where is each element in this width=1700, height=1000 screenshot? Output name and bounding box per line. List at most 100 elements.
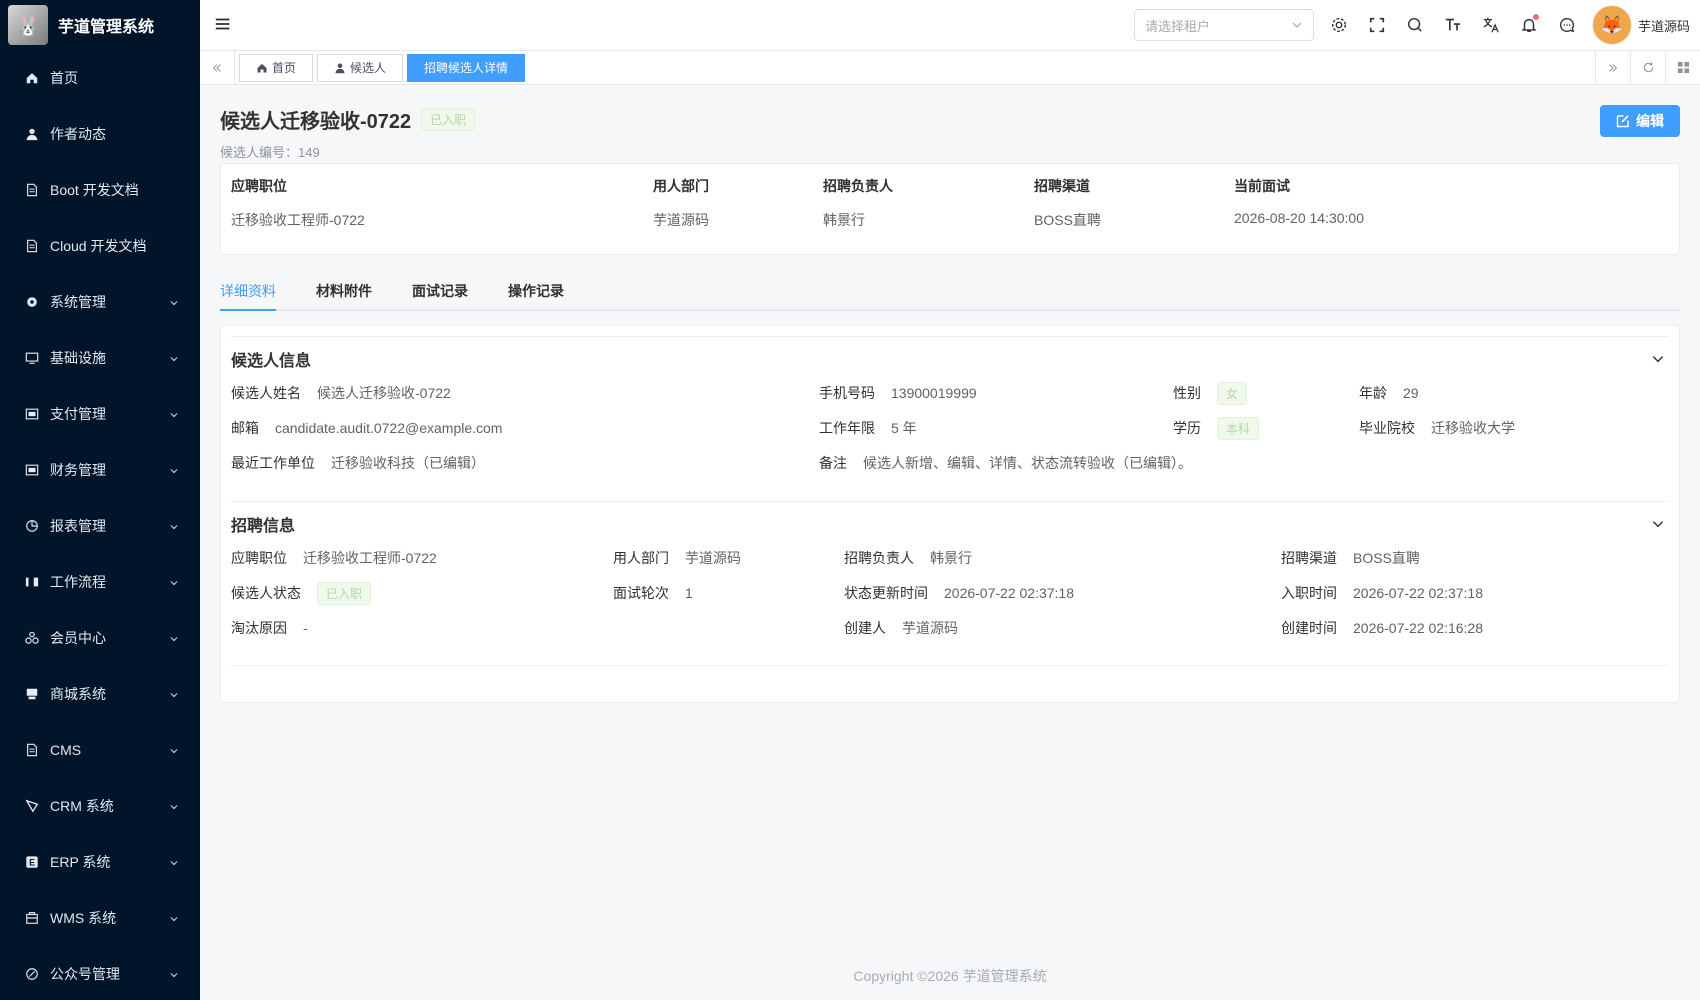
chevron-down-icon bbox=[168, 856, 180, 868]
candidate-number: 候选人编号：149 bbox=[220, 142, 1680, 161]
candidate-info-header[interactable]: 候选人信息 bbox=[231, 337, 1669, 381]
sidebar-item-label: WMS 系统 bbox=[50, 910, 117, 926]
recruit-info-header[interactable]: 招聘信息 bbox=[231, 502, 1669, 546]
field-channel: 招聘渠道 BOSS直聘 bbox=[1281, 546, 1420, 570]
sidebar-item[interactable]: Cloud 开发文档 bbox=[0, 218, 200, 274]
shop-icon bbox=[24, 686, 40, 702]
sidebar-item[interactable]: 会员中心 bbox=[0, 610, 200, 666]
tab-operations[interactable]: 操作记录 bbox=[508, 271, 564, 309]
field-value: BOSS直聘 bbox=[1353, 550, 1420, 566]
sidebar-item-label: ERP 系统 bbox=[50, 854, 111, 870]
chevron-down-icon bbox=[168, 464, 180, 476]
edit-button[interactable]: 编辑 bbox=[1600, 105, 1680, 137]
summary-interview: 当前面试 2026-08-20 14:30:00 bbox=[1234, 176, 1364, 226]
field-reject-reason: 淘汰原因 - bbox=[231, 616, 308, 640]
summary-value: 迁移验收工程师-0722 bbox=[231, 212, 365, 228]
sidebar-item[interactable]: 公众号管理 bbox=[0, 946, 200, 1000]
sidebar-item[interactable]: 支付管理 bbox=[0, 386, 200, 442]
field-value: 1 bbox=[685, 585, 693, 601]
bell-icon[interactable] bbox=[1510, 6, 1548, 44]
tag-item[interactable]: 首页 bbox=[239, 53, 314, 82]
summary-label: 当前面试 bbox=[1234, 178, 1290, 194]
edit-icon bbox=[1616, 115, 1629, 128]
sidebar-item-label: 报表管理 bbox=[50, 518, 106, 534]
crm-icon bbox=[24, 798, 40, 814]
chevron-down-icon bbox=[168, 296, 180, 308]
chevron-down-icon bbox=[168, 912, 180, 924]
fullscreen-icon[interactable] bbox=[1358, 6, 1396, 44]
field-value: 候选人新增、编辑、详情、状态流转验收（已编辑）。 bbox=[863, 455, 1192, 471]
field-owner: 招聘负责人 韩景行 bbox=[844, 546, 972, 570]
field-value: candidate.audit.0722@example.com bbox=[275, 420, 503, 436]
field-gender: 性别 女 bbox=[1173, 381, 1248, 405]
field-label: 用人部门 bbox=[613, 550, 669, 566]
field-creator: 创建人 芋道源码 bbox=[844, 616, 958, 640]
gear-icon[interactable] bbox=[1320, 6, 1358, 44]
tag-label: 招聘候选人详情 bbox=[424, 61, 509, 75]
document-icon bbox=[24, 182, 40, 198]
summary-value: BOSS直聘 bbox=[1034, 212, 1101, 228]
tag-item[interactable]: 候选人 bbox=[317, 53, 404, 82]
chevron-down-icon bbox=[168, 688, 180, 700]
chevron-down-icon bbox=[1652, 356, 1664, 363]
field-label: 应聘职位 bbox=[231, 550, 287, 566]
sidebar-item[interactable]: CMS bbox=[0, 722, 200, 778]
sidebar-item[interactable]: 报表管理 bbox=[0, 498, 200, 554]
sidebar-item-label: CRM 系统 bbox=[50, 798, 114, 814]
sidebar-item[interactable]: 财务管理 bbox=[0, 442, 200, 498]
translate-icon[interactable] bbox=[1472, 6, 1510, 44]
tenant-select[interactable]: 请选择租户 bbox=[1133, 9, 1314, 41]
tags-scroll-right-icon[interactable] bbox=[1595, 50, 1630, 85]
sidebar-item[interactable]: 作者动态 bbox=[0, 106, 200, 162]
summary-label: 招聘渠道 bbox=[1034, 178, 1090, 194]
field-value: 芋道源码 bbox=[902, 620, 958, 636]
field-label: 工作年限 bbox=[819, 420, 875, 436]
logo-image: 🐰 bbox=[8, 5, 48, 45]
search-icon[interactable] bbox=[1396, 6, 1434, 44]
field-value: 29 bbox=[1403, 385, 1419, 401]
chevron-down-icon bbox=[168, 352, 180, 364]
sidebar-item[interactable]: 工作流程 bbox=[0, 554, 200, 610]
tab-details[interactable]: 详细资料 bbox=[220, 271, 276, 311]
tags-scroll-left-icon[interactable] bbox=[200, 50, 235, 85]
field-value: 5 年 bbox=[891, 420, 917, 436]
tab-attachments[interactable]: 材料附件 bbox=[316, 271, 372, 309]
logo[interactable]: 🐰 芋道管理系统 bbox=[0, 0, 200, 50]
candidate-name: 候选人迁移验收-0722 bbox=[220, 111, 412, 133]
field-remark: 备注 候选人新增、编辑、详情、状态流转验收（已编辑）。 bbox=[819, 451, 1192, 475]
refresh-icon[interactable] bbox=[1630, 50, 1665, 85]
sidebar-item[interactable]: 系统管理 bbox=[0, 274, 200, 330]
font-size-icon[interactable] bbox=[1434, 6, 1472, 44]
summary-label: 应聘职位 bbox=[231, 178, 287, 194]
summary-label: 用人部门 bbox=[653, 178, 709, 194]
tag-label: 候选人 bbox=[350, 61, 387, 75]
sidebar-item[interactable]: 基础设施 bbox=[0, 330, 200, 386]
sidebar-item[interactable]: CRM 系统 bbox=[0, 778, 200, 834]
field-label: 邮箱 bbox=[231, 420, 259, 436]
sidebar-item[interactable]: E ERP 系统 bbox=[0, 834, 200, 890]
user-menu[interactable]: 🦊 芋道源码 bbox=[1591, 5, 1690, 45]
summary-position: 应聘职位 迁移验收工程师-0722 bbox=[231, 176, 365, 230]
field-value: 2026-07-22 02:16:28 bbox=[1353, 620, 1483, 636]
footer-copyright: Copyright ©2026 芋道管理系统 bbox=[853, 968, 1047, 984]
detail-card: 候选人信息 候选人姓名 候选人迁移验收-0722 手机号码 1390001999… bbox=[220, 325, 1680, 703]
tab-interviews[interactable]: 面试记录 bbox=[412, 271, 468, 309]
chevron-down-icon bbox=[168, 968, 180, 980]
grid-menu-icon[interactable] bbox=[1665, 50, 1700, 85]
sidebar-item[interactable]: WMS 系统 bbox=[0, 890, 200, 946]
field-value: 迁移验收大学 bbox=[1431, 420, 1515, 436]
wechat-icon bbox=[24, 966, 40, 982]
field-email: 邮箱 candidate.audit.0722@example.com bbox=[231, 416, 502, 440]
sidebar-item[interactable]: 首页 bbox=[0, 50, 200, 106]
report-icon bbox=[24, 518, 40, 534]
sidebar-item[interactable]: Boot 开发文档 bbox=[0, 162, 200, 218]
message-icon[interactable] bbox=[1548, 6, 1586, 44]
sidebar-item[interactable]: 商城系统 bbox=[0, 666, 200, 722]
field-round: 面试轮次 1 bbox=[613, 581, 693, 605]
field-label: 面试轮次 bbox=[613, 585, 669, 601]
field-label: 候选人姓名 bbox=[231, 385, 301, 401]
field-value: 芋道源码 bbox=[685, 550, 741, 566]
menu-toggle-icon[interactable] bbox=[214, 15, 234, 35]
sidebar-item-label: 基础设施 bbox=[50, 350, 106, 366]
tag-item[interactable]: 招聘候选人详情 bbox=[407, 53, 526, 82]
